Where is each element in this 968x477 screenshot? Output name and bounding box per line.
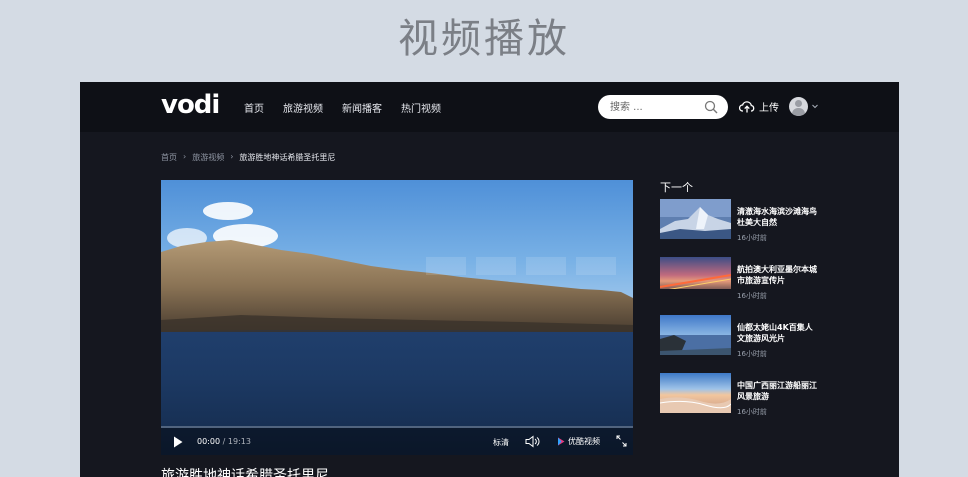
player-controls: 00:00 / 19:13 标清 优酷视频 bbox=[161, 428, 633, 455]
breadcrumb-category[interactable]: 旅游视频 bbox=[192, 152, 224, 163]
nav-item-home[interactable]: 首页 bbox=[244, 100, 264, 115]
item-time: 16小时前 bbox=[737, 408, 767, 416]
breadcrumb: 首页 › 旅游视频 › 旅游胜地神话希腊圣托里尼 bbox=[161, 152, 335, 163]
play-icon[interactable] bbox=[173, 436, 183, 448]
upload-label: 上传 bbox=[759, 103, 779, 114]
item-title[interactable]: 仙都太姥山4K百集人文旅游风光片 bbox=[737, 322, 820, 344]
video-thumbnail[interactable] bbox=[660, 315, 731, 355]
breadcrumb-separator-icon: › bbox=[183, 152, 187, 161]
up-next-item[interactable]: 中国广西丽江游船丽江风景旅游 16小时前 bbox=[660, 373, 820, 416]
volume-icon[interactable] bbox=[525, 435, 540, 448]
nav-item-travel-videos[interactable]: 旅游视频 bbox=[283, 100, 323, 115]
upload-button[interactable]: 上传 bbox=[739, 99, 779, 114]
up-next-item[interactable]: 航拍澳大利亚墨尔本城市旅游宣传片 16小时前 bbox=[660, 257, 820, 300]
breadcrumb-separator-icon: › bbox=[230, 152, 234, 161]
nav-item-hot-videos[interactable]: 热门视频 bbox=[401, 100, 441, 115]
item-title[interactable]: 中国广西丽江游船丽江风景旅游 bbox=[737, 380, 820, 402]
main-nav: 首页 旅游视频 新闻播客 热门视频 bbox=[244, 82, 441, 132]
current-time: 00:00 bbox=[197, 437, 221, 446]
up-next-item[interactable]: 清澈海水海滨沙滩海鸟杜美大自然 16小时前 bbox=[660, 199, 820, 242]
chevron-down-icon[interactable] bbox=[811, 102, 819, 110]
item-title[interactable]: 航拍澳大利亚墨尔本城市旅游宣传片 bbox=[737, 264, 820, 286]
page-title: 视频播放 bbox=[398, 16, 570, 62]
search-box bbox=[598, 95, 728, 119]
youku-brand[interactable]: 优酷视频 bbox=[557, 436, 600, 447]
time-separator: / bbox=[222, 437, 226, 446]
top-navigation-bar: vodi 首页 旅游视频 新闻播客 热门视频 上传 bbox=[80, 82, 899, 132]
video-thumbnail[interactable] bbox=[660, 373, 731, 413]
breadcrumb-home[interactable]: 首页 bbox=[161, 152, 177, 163]
quality-button[interactable]: 标清 bbox=[493, 437, 509, 448]
item-time: 16小时前 bbox=[737, 350, 767, 358]
brand-label: 优酷视频 bbox=[568, 437, 600, 446]
video-player[interactable]: 00:00 / 19:13 标清 优酷视频 bbox=[161, 180, 633, 455]
search-input[interactable] bbox=[610, 99, 702, 115]
time-display: 00:00 / 19:13 bbox=[197, 437, 251, 446]
item-time: 16小时前 bbox=[737, 292, 767, 300]
cloud-upload-icon bbox=[739, 101, 755, 113]
avatar[interactable] bbox=[789, 97, 808, 116]
video-thumbnail[interactable] bbox=[660, 199, 731, 239]
item-title[interactable]: 清澈海水海滨沙滩海鸟杜美大自然 bbox=[737, 206, 820, 228]
breadcrumb-current: 旅游胜地神话希腊圣托里尼 bbox=[239, 153, 336, 162]
watermark-icon bbox=[426, 257, 616, 275]
youku-logo-icon bbox=[558, 437, 565, 446]
app-window: vodi 首页 旅游视频 新闻播客 热门视频 上传 首页 › bbox=[80, 82, 899, 477]
video-thumbnail[interactable] bbox=[660, 257, 731, 297]
fullscreen-icon[interactable] bbox=[616, 435, 627, 447]
search-icon[interactable] bbox=[704, 100, 718, 114]
total-time: 19:13 bbox=[227, 437, 251, 446]
video-title: 旅游胜地神话希腊圣托里尼 bbox=[161, 468, 329, 477]
up-next-item[interactable]: 仙都太姥山4K百集人文旅游风光片 16小时前 bbox=[660, 315, 820, 358]
item-time: 16小时前 bbox=[737, 234, 767, 242]
nav-item-news-podcasts[interactable]: 新闻播客 bbox=[342, 100, 382, 115]
logo[interactable]: vodi bbox=[161, 90, 220, 120]
up-next-heading: 下一个 bbox=[660, 181, 693, 194]
